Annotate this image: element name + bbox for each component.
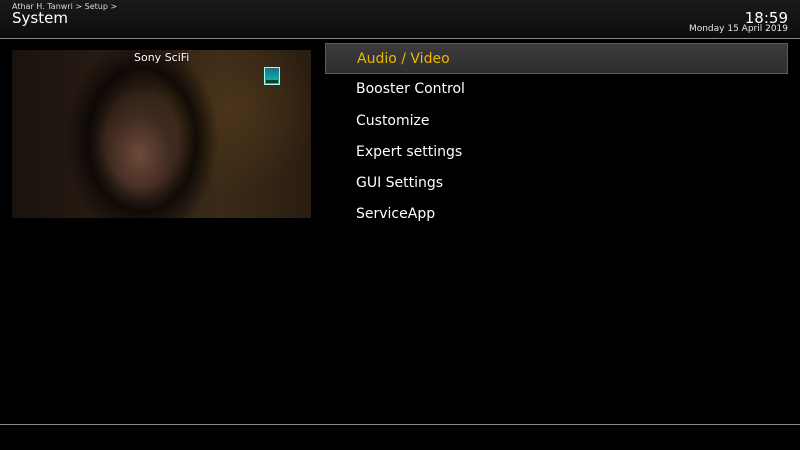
preview-video-frame [52, 50, 232, 218]
settings-screen: Athar H. Tanwri > Setup > System 18:59 M… [0, 0, 800, 450]
channel-logo-icon [264, 67, 280, 85]
menu-item-label: GUI Settings [356, 175, 444, 192]
footer-divider [0, 424, 800, 425]
menu-item-serviceapp[interactable]: ServiceApp [325, 199, 788, 230]
header-bar: Athar H. Tanwri > Setup > System 18:59 M… [0, 0, 800, 38]
menu-item-booster-control[interactable]: Booster Control [325, 74, 788, 105]
menu-item-label: Expert settings [356, 143, 463, 160]
menu-item-customize[interactable]: Customize [325, 106, 788, 137]
channel-name: Sony SciFi [134, 51, 190, 64]
menu-item-label: ServiceApp [356, 206, 436, 223]
menu-item-label: Booster Control [356, 81, 465, 98]
menu-item-audio-video[interactable]: Audio / Video [325, 43, 788, 75]
header-divider [0, 38, 800, 39]
date: Monday 15 April 2019 [688, 24, 788, 34]
menu-item-expert-settings[interactable]: Expert settings [325, 137, 788, 168]
menu-item-label: Audio / Video [357, 51, 450, 67]
menu-item-gui-settings[interactable]: GUI Settings [325, 168, 788, 199]
menu-item-label: Customize [356, 112, 430, 129]
settings-menu: Audio / Video Booster Control Customize … [325, 43, 788, 231]
page-title: System [12, 9, 68, 27]
